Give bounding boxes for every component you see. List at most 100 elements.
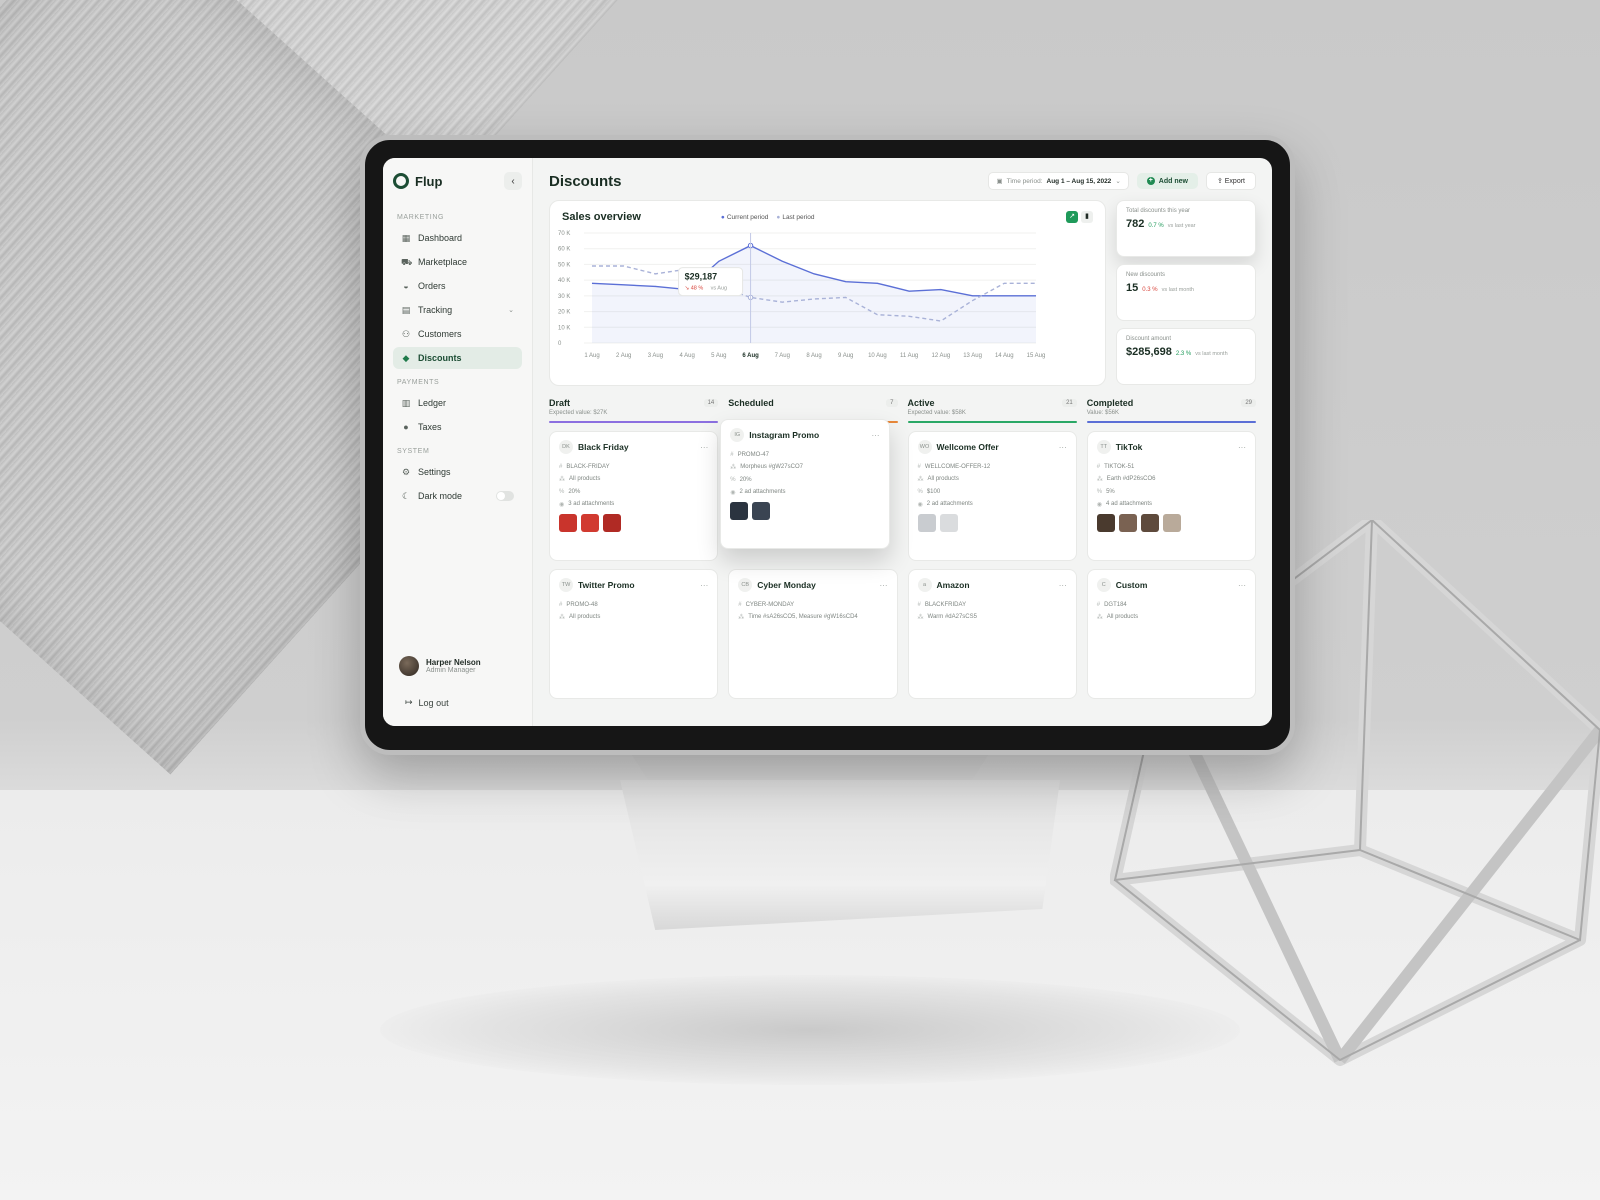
sidebar-item-settings[interactable]: ⚙ Settings <box>393 461 522 483</box>
sidebar-item-dashboard[interactable]: ▦ Dashboard <box>393 227 522 249</box>
brand: Flup ‹ <box>393 172 522 190</box>
attachments-count: 3 ad attachments <box>568 501 615 507</box>
stat-card-discount-amount: Discount amount $285,698 2.3 % vs last m… <box>1116 328 1256 385</box>
attachment-thumbnail[interactable] <box>939 514 958 532</box>
sidebar-item-tracking[interactable]: ▤ Tracking ⌄ <box>393 299 522 321</box>
discount-card[interactable]: a Amazon ··· # BLACKFRIDAY ⁂ Warm #dA27sCS… <box>907 569 1077 699</box>
stat-delta: 0.7 % <box>1148 223 1164 229</box>
attachment-thumbnail[interactable] <box>730 502 749 520</box>
chart-type-toggle: ↗ ▮ <box>1066 211 1093 223</box>
x-tick-label: 1 Aug <box>584 353 599 359</box>
card-header: WO Wellcome Offer ··· <box>917 440 1067 454</box>
attachment-thumbnail[interactable] <box>1118 514 1137 532</box>
column-subtitle: Value: $56K <box>1086 410 1119 416</box>
discount-card[interactable]: IG Instagram Promo ··· # PROMO-47 ⁂ Morphe… <box>720 419 890 549</box>
taxes-icon: ● <box>403 422 409 432</box>
attachments-count: 4 ad attachments <box>1106 501 1153 507</box>
discount-card[interactable]: CB Cyber Monday ··· # CYBER-MONDAY ⁂ Time … <box>728 569 898 699</box>
x-tick-label: 2 Aug <box>616 353 631 359</box>
user-profile[interactable]: Harper Nelson Admin Manager <box>399 656 481 676</box>
discount-code: CYBER-MONDAY <box>745 602 795 608</box>
sidebar-item-orders[interactable]: ◒ Orders <box>393 275 522 297</box>
column-title: Scheduled <box>728 398 774 408</box>
export-button[interactable]: ⇪ Export <box>1205 172 1256 190</box>
x-tick-label: 13 Aug <box>963 353 982 359</box>
card-target: ⁂ All products <box>1097 614 1246 621</box>
discount-card[interactable]: C Custom ··· # DGT184 ⁂ All products <box>1086 569 1256 699</box>
export-label: Export <box>1224 178 1245 185</box>
stat-vs: vs last year <box>1167 223 1196 229</box>
percent-icon: % <box>730 477 736 483</box>
attachment-thumbnail[interactable] <box>1162 514 1181 532</box>
more-options-icon[interactable]: ··· <box>880 581 888 590</box>
collapse-sidebar-button[interactable]: ‹ <box>504 172 522 190</box>
legend-last-period: Last period <box>776 214 814 221</box>
logout-button[interactable]: ↦ Log out <box>405 697 449 708</box>
card-code: # TIKTOK-51 <box>1097 464 1246 470</box>
card-title: Twitter Promo <box>578 580 635 590</box>
user-role: Admin Manager <box>426 667 476 674</box>
target-products: Morpheus #gW27sCO7 <box>740 464 803 470</box>
chart-title: Sales overview <box>562 211 641 223</box>
more-options-icon[interactable]: ··· <box>1238 443 1246 452</box>
more-options-icon[interactable]: ··· <box>1059 581 1067 590</box>
card-title: Amazon <box>936 580 970 590</box>
sidebar-item-label: Customers <box>418 329 462 339</box>
dark-mode-toggle[interactable] <box>496 491 514 501</box>
line-chart-icon[interactable]: ↗ <box>1066 211 1078 223</box>
products-icon: ⁂ <box>559 477 565 483</box>
card-title: Custom <box>1115 580 1148 590</box>
discount-card[interactable]: DK Black Friday ··· # BLACK-FRIDAY ⁂ All p… <box>549 431 719 561</box>
more-options-icon[interactable]: ··· <box>1238 581 1246 590</box>
attachment-thumbnail[interactable] <box>917 514 936 532</box>
chart-header: Sales overview Current period Last perio… <box>562 211 1093 223</box>
target-products: Time #sA26sCO5, Measure #gW16sCD4 <box>748 614 858 620</box>
x-tick-label: 3 Aug <box>648 353 663 359</box>
section-label-system: SYSTEM <box>397 448 430 455</box>
discount-code: BLACK-FRIDAY <box>566 464 610 470</box>
attachment-thumbnail[interactable] <box>603 514 621 532</box>
x-tick-label: 14 Aug <box>995 353 1014 359</box>
sidebar-item-customers[interactable]: ⚇ Customers <box>393 323 522 345</box>
avatar <box>399 656 419 676</box>
attachment-thumbnail[interactable] <box>752 502 771 520</box>
sidebar-item-taxes[interactable]: ● Taxes <box>393 416 522 438</box>
hash-icon: # <box>559 602 563 608</box>
overview-row: Sales overview Current period Last perio… <box>549 200 1256 386</box>
eye-icon: ◉ <box>730 490 736 496</box>
discount-card[interactable]: TW Twitter Promo ··· # PROMO-48 ⁂ All prod… <box>549 569 719 699</box>
discount-card[interactable]: TT TikTok ··· # TIKTOK-51 ⁂ Earth #dP26sCO… <box>1086 431 1256 561</box>
column-title: Active <box>907 398 935 408</box>
more-options-icon[interactable]: ··· <box>700 443 708 452</box>
sidebar-item-ledger[interactable]: ▥ Ledger <box>393 392 522 414</box>
tooltip-delta: ↘ 48 % <box>685 286 704 292</box>
y-tick-label: 40 K <box>558 278 570 284</box>
hash-icon: # <box>1096 602 1101 608</box>
attachment-thumbnail[interactable] <box>559 514 577 532</box>
target-products: All products <box>1106 614 1139 620</box>
attachment-thumbnail[interactable] <box>581 514 599 532</box>
attachment-thumbnail[interactable] <box>1140 514 1159 532</box>
discount-code: TIKTOK-51 <box>1104 464 1135 470</box>
brand-badge: a <box>917 578 932 592</box>
stat-delta: 2.3 % <box>1175 351 1192 357</box>
sidebar-item-discounts[interactable]: ◆ Discounts <box>393 347 522 369</box>
card-amount: % 5% <box>1097 489 1246 495</box>
sidebar-item-label: Marketplace <box>418 257 468 267</box>
percent-icon: % <box>917 489 923 495</box>
bar-chart-icon[interactable]: ▮ <box>1081 211 1093 223</box>
flup-logo-icon <box>393 173 409 189</box>
sidebar-item-marketplace[interactable]: ⛟ Marketplace <box>393 251 522 273</box>
more-options-icon[interactable]: ··· <box>700 581 708 590</box>
discount-card[interactable]: WO Wellcome Offer ··· # WELLCOME-OFFER-12… <box>907 431 1077 561</box>
more-options-icon[interactable]: ··· <box>1059 443 1067 452</box>
products-icon: ⁂ <box>1096 615 1103 621</box>
stat-value: 15 <box>1126 282 1139 294</box>
more-options-icon[interactable]: ··· <box>872 431 880 440</box>
percent-icon: % <box>1096 489 1103 495</box>
time-period-select[interactable]: ▣ Time period: Aug 1 – Aug 15, 2022 ⌄ <box>988 172 1129 190</box>
attachment-thumbnail[interactable] <box>1096 514 1115 532</box>
sales-overview-card: Sales overview Current period Last perio… <box>549 200 1106 386</box>
add-new-button[interactable]: + Add new <box>1136 173 1198 189</box>
target-products: All products <box>569 476 601 482</box>
